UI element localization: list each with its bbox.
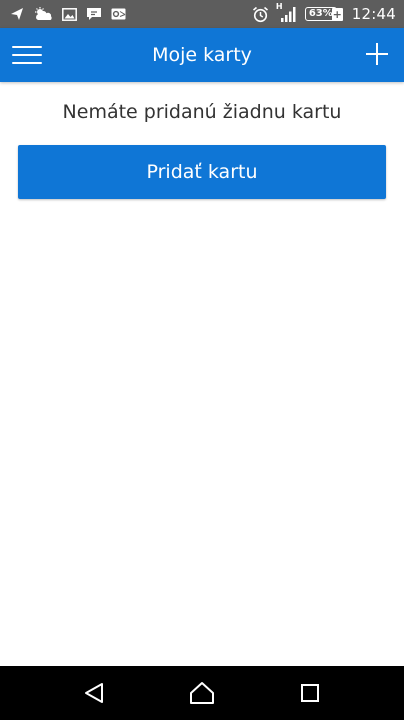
home-icon[interactable] (182, 673, 222, 713)
notification-icons (10, 7, 126, 21)
signal-icon: H (276, 2, 296, 22)
hamburger-menu-icon[interactable] (12, 40, 46, 70)
messenger-icon (86, 7, 102, 21)
system-status: H 63% + 12:44 (252, 2, 396, 23)
charging-plus: + (331, 7, 343, 21)
page-title: Moje karty (152, 44, 252, 66)
status-bar: H 63% + 12:44 (0, 0, 404, 28)
plus-icon[interactable] (364, 41, 390, 67)
navigation-bar (0, 666, 404, 720)
app-bar: Moje karty (0, 28, 404, 82)
gallery-icon (62, 7, 77, 21)
back-icon[interactable] (74, 673, 114, 713)
network-type-label: H (275, 2, 283, 11)
battery-icon: 63% + (304, 7, 343, 21)
outlook-icon (111, 7, 126, 21)
recents-icon[interactable] (290, 673, 330, 713)
clock: 12:44 (351, 5, 396, 23)
navigation-icon (10, 7, 24, 21)
add-card-button[interactable]: Pridať kartu (18, 145, 386, 199)
alarm-icon (252, 6, 269, 23)
weather-icon (33, 7, 53, 21)
empty-state-message: Nemáte pridanú žiadnu kartu (62, 101, 342, 123)
